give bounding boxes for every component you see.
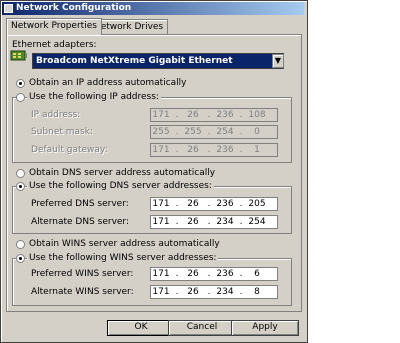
window-title: Network Configuration: [16, 3, 132, 13]
subnet-mask-field[interactable]: 255 . 255 . 254 . 0: [150, 125, 278, 139]
octet: 255: [184, 127, 202, 137]
ip-address-label: IP address:: [31, 110, 81, 120]
octet: 254: [216, 127, 234, 137]
ok-button[interactable]: OK: [107, 320, 175, 336]
ip-manual-label: Use the following IP address:: [27, 92, 161, 103]
octet: 26: [187, 217, 199, 227]
ip-auto-radio[interactable]: [16, 79, 25, 88]
default-gateway-label: Default gateway:: [31, 145, 108, 155]
preferred-dns-field[interactable]: 171 . 26 . 236 . 205: [150, 197, 278, 211]
octet: 236: [216, 199, 234, 209]
octet: 171: [152, 110, 170, 120]
network-adapter-icon: [10, 48, 28, 62]
octet: 236: [216, 110, 234, 120]
octet: 108: [248, 110, 266, 120]
alternate-dns-label: Alternate DNS server:: [31, 217, 130, 227]
cancel-button[interactable]: Cancel: [168, 320, 236, 336]
window-icon: [4, 4, 13, 13]
octet: 0: [254, 127, 260, 137]
octet: 6: [254, 269, 260, 279]
default-gateway-field[interactable]: 171 . 26 . 236 . 1: [150, 143, 278, 157]
tab-network-properties[interactable]: Network Properties: [6, 18, 102, 35]
octet: 26: [187, 110, 199, 120]
apply-button[interactable]: Apply: [231, 320, 299, 336]
octet: 26: [187, 145, 199, 155]
octet: 205: [248, 199, 266, 209]
preferred-wins-field[interactable]: 171 . 26 . 236 . 6: [150, 267, 278, 281]
octet: 171: [152, 287, 170, 297]
alternate-dns-field[interactable]: 171 . 26 . 234 . 254: [150, 215, 278, 229]
octet: 254: [248, 217, 266, 227]
dns-manual-radio[interactable]: [16, 182, 25, 191]
octet: 26: [187, 199, 199, 209]
octet: 171: [152, 199, 170, 209]
octet: 234: [216, 217, 234, 227]
octet: 255: [152, 127, 170, 137]
octet: 171: [152, 269, 170, 279]
octet: 234: [216, 287, 234, 297]
adapter-select-value: Broadcom NetXtreme Gigabit Ethernet: [36, 56, 233, 66]
octet: 236: [216, 145, 234, 155]
dns-auto-radio[interactable]: [16, 169, 25, 178]
wins-auto-label: Obtain WINS server address automatically: [29, 239, 220, 249]
octet: 236: [216, 269, 234, 279]
alternate-wins-label: Alternate WINS server:: [31, 287, 134, 297]
ip-manual-radio[interactable]: [16, 93, 25, 102]
wins-auto-radio[interactable]: [16, 240, 25, 249]
octet: 1: [254, 145, 260, 155]
octet: 26: [187, 269, 199, 279]
chevron-down-icon[interactable]: ▼: [272, 54, 284, 68]
wins-manual-radio[interactable]: [16, 254, 25, 263]
wins-manual-label: Use the following WINS server addresses:: [27, 253, 219, 264]
dns-manual-label: Use the following DNS server addresses:: [27, 181, 214, 192]
ip-auto-label: Obtain an IP address automatically: [29, 78, 187, 88]
octet: 171: [152, 145, 170, 155]
ip-address-field[interactable]: 171 . 26 . 236 . 108: [150, 108, 278, 122]
alternate-wins-field[interactable]: 171 . 26 . 234 . 8: [150, 285, 278, 299]
dns-auto-label: Obtain DNS server address automatically: [29, 168, 216, 178]
preferred-wins-label: Preferred WINS server:: [31, 269, 134, 279]
octet: 8: [254, 287, 260, 297]
subnet-mask-label: Subnet mask:: [31, 127, 93, 137]
octet: 171: [152, 217, 170, 227]
preferred-dns-label: Preferred DNS server:: [31, 199, 129, 209]
octet: 26: [187, 287, 199, 297]
